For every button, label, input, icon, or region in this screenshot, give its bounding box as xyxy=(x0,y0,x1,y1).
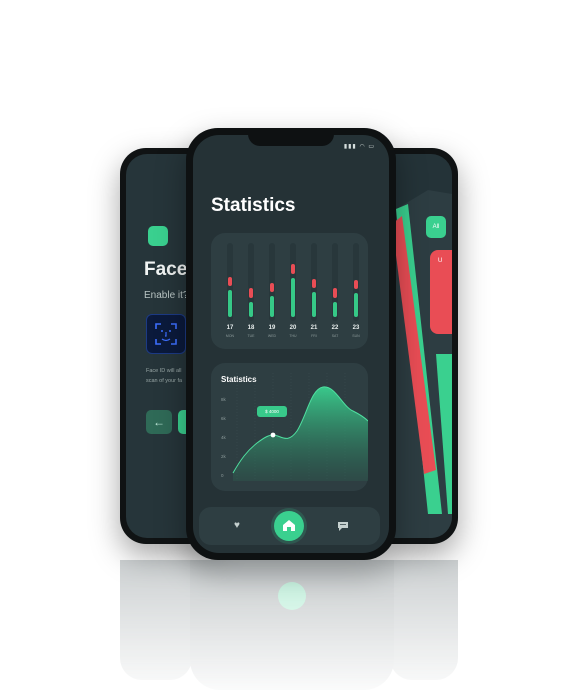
page-title: Statistics xyxy=(211,195,296,216)
bar-track xyxy=(227,243,233,321)
bar-expense xyxy=(270,283,274,292)
day-number-label: 17 xyxy=(226,325,234,331)
statistics-screen: ▮▮▮ ◠ ▭ Statistics 17 MON 18 TUE 19 WED 20 THU 2… xyxy=(193,135,389,553)
day-name-label: SAT xyxy=(331,334,339,338)
reflection-center xyxy=(190,560,394,690)
face-id-title: Face xyxy=(144,259,188,280)
bar-income xyxy=(270,296,274,317)
bar-income xyxy=(312,292,316,317)
bar-track xyxy=(248,243,254,321)
reflection-left xyxy=(120,560,192,680)
area-chart xyxy=(232,373,368,481)
back-button[interactable]: ← xyxy=(146,410,172,434)
highlight-point xyxy=(270,432,276,438)
bar-expense xyxy=(291,264,295,274)
wifi-icon: ◠ xyxy=(359,144,366,150)
day-name-label: THU xyxy=(289,334,297,338)
face-id-description-line1: Face ID will all xyxy=(146,368,182,374)
day-name-label: TUE xyxy=(247,334,255,338)
face-id-subtitle: Enable it? xyxy=(144,290,189,301)
chat-icon[interactable] xyxy=(337,520,349,532)
day-number-label: 20 xyxy=(289,325,297,331)
arrow-left-icon: ← xyxy=(153,415,165,429)
face-id-description-line2: scan of your fa xyxy=(146,378,183,384)
day-number-label: 19 xyxy=(268,325,276,331)
bar-income xyxy=(228,290,232,317)
day-name-label: FRI xyxy=(311,334,317,338)
filter-item-label: U xyxy=(438,258,443,264)
bar-track xyxy=(269,243,275,321)
face-id-scan-icon xyxy=(146,314,186,354)
weekly-chart-card: 17 MON 18 TUE 19 WED 20 THU 21 FRI 22 SAT 23 SUN xyxy=(211,233,368,349)
filter-chip-label: All xyxy=(432,224,440,230)
home-tab-button[interactable] xyxy=(274,511,304,541)
filter-phone: All U xyxy=(388,148,458,544)
heart-icon[interactable]: ♥ xyxy=(231,520,243,532)
day-number-label: 18 xyxy=(247,325,255,331)
phone-notch xyxy=(248,128,334,146)
app-icon xyxy=(148,226,168,246)
bar-income xyxy=(354,293,358,317)
statistics-phone: ▮▮▮ ◠ ▭ Statistics 17 MON 18 TUE 19 WED 20 THU 2… xyxy=(186,128,396,560)
signal-icon: ▮▮▮ xyxy=(343,144,357,150)
statistics-card: Statistics 8k 6k 4k 2k 0 $ 4000 xyxy=(211,363,368,491)
bar-track xyxy=(290,243,296,321)
bar-expense xyxy=(354,280,358,289)
bar-income xyxy=(249,302,253,317)
battery-icon: ▭ xyxy=(368,144,375,150)
day-number-label: 22 xyxy=(331,325,339,331)
day-number-label: 21 xyxy=(310,325,318,331)
bar-track xyxy=(332,243,338,321)
bar-expense xyxy=(333,288,337,298)
bar-income xyxy=(333,302,337,317)
filter-chip-all[interactable]: All xyxy=(426,216,446,238)
mockup-scene: Face Enable it? Face ID will all scan of… xyxy=(0,0,583,700)
bar-income xyxy=(291,278,295,317)
day-name-label: WED xyxy=(267,334,277,338)
day-number-label: 23 xyxy=(352,325,360,331)
area-series xyxy=(233,386,368,481)
bar-track xyxy=(353,243,359,321)
value-tooltip: $ 4000 xyxy=(257,406,287,417)
day-name-label: SUN xyxy=(352,334,360,338)
reflection-right xyxy=(390,560,458,680)
bottom-tab-bar: ♥ xyxy=(199,507,380,545)
status-bar-icons: ▮▮▮ ◠ ▭ xyxy=(344,143,375,150)
face-id-description: Face ID will all scan of your fa xyxy=(146,366,182,386)
bar-expense xyxy=(249,288,253,298)
day-name-label: MON xyxy=(225,334,235,338)
home-icon xyxy=(283,520,295,531)
floor-reflection xyxy=(0,560,583,700)
filter-item-card[interactable]: U xyxy=(430,250,452,334)
bar-expense xyxy=(228,277,232,286)
filter-screen: All U xyxy=(388,154,452,538)
bar-expense xyxy=(312,279,316,288)
bar-track xyxy=(311,243,317,321)
